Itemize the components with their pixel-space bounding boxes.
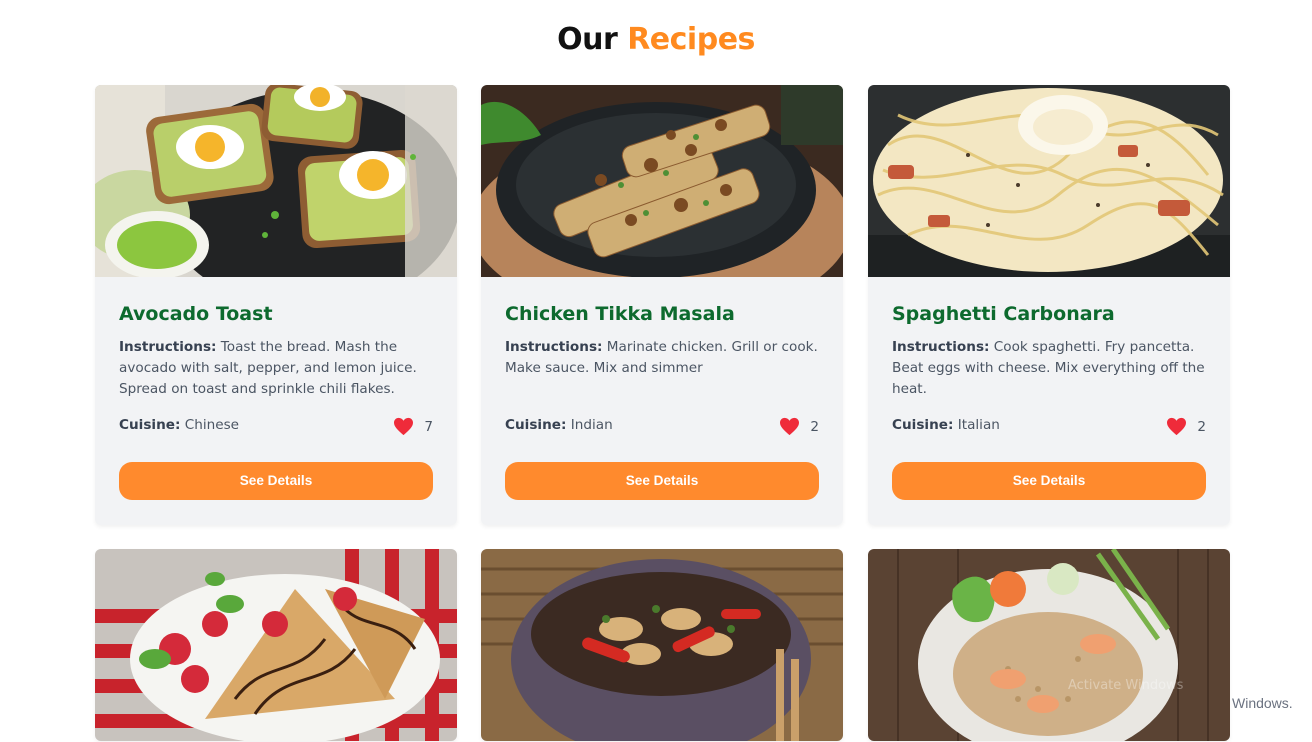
recipe-card: [481, 549, 843, 741]
page-title-part2: Recipes: [627, 22, 755, 57]
instructions-label: Instructions:: [505, 339, 603, 355]
windows-watermark: Windows.: [1232, 695, 1293, 711]
see-details-button[interactable]: See Details: [892, 462, 1206, 500]
chicken-skewers-photo: [481, 85, 843, 277]
likes: 2: [1166, 417, 1206, 436]
instructions-label: Instructions:: [119, 339, 217, 355]
recipe-instructions: Instructions: Marinate chicken. Grill or…: [505, 337, 819, 379]
likes-count: 2: [810, 418, 819, 435]
stir-fry-bowl-photo: [481, 549, 843, 741]
recipe-meta: Cuisine: Indian 2: [505, 417, 819, 437]
instructions-label: Instructions:: [892, 339, 990, 355]
recipe-card: [95, 549, 457, 741]
svg-text:Activate Windows: Activate Windows: [1068, 678, 1184, 693]
likes: 2: [779, 417, 819, 436]
heart-icon[interactable]: [1166, 417, 1187, 436]
page-title-part1: Our: [557, 22, 618, 57]
cuisine-value: Indian: [570, 417, 613, 433]
recipe-title: Chicken Tikka Masala: [505, 303, 735, 325]
page-title: Our Recipes: [0, 22, 1312, 57]
see-details-button[interactable]: See Details: [505, 462, 819, 500]
recipe-meta: Cuisine: Chinese 7: [119, 417, 433, 437]
recipe-card: Spaghetti Carbonara Instructions: Cook s…: [868, 85, 1230, 525]
avocado-toast-photo: [95, 85, 457, 277]
cuisine-label: Cuisine:: [505, 417, 567, 433]
see-details-button[interactable]: See Details: [119, 462, 433, 500]
recipe-instructions: Instructions: Toast the bread. Mash the …: [119, 337, 433, 400]
recipe-title: Avocado Toast: [119, 303, 273, 325]
shrimp-fried-rice-photo: Activate Windows: [868, 549, 1230, 741]
heart-icon[interactable]: [779, 417, 800, 436]
recipe-meta: Cuisine: Italian 2: [892, 417, 1206, 437]
recipe-card: Activate Windows: [868, 549, 1230, 741]
likes: 7: [393, 417, 433, 436]
cuisine-label: Cuisine:: [119, 417, 181, 433]
cuisine-value: Chinese: [184, 417, 240, 433]
heart-icon[interactable]: [393, 417, 414, 436]
likes-count: 2: [1197, 418, 1206, 435]
recipe-card: Chicken Tikka Masala Instructions: Marin…: [481, 85, 843, 525]
recipe-card: Avocado Toast Instructions: Toast the br…: [95, 85, 457, 525]
crepes-strawberries-photo: [95, 549, 457, 741]
recipe-instructions: Instructions: Cook spaghetti. Fry pancet…: [892, 337, 1206, 400]
recipe-title: Spaghetti Carbonara: [892, 303, 1115, 325]
likes-count: 7: [424, 418, 433, 435]
cuisine-value: Italian: [957, 417, 1000, 433]
cuisine-label: Cuisine:: [892, 417, 954, 433]
spaghetti-photo: [868, 85, 1230, 277]
